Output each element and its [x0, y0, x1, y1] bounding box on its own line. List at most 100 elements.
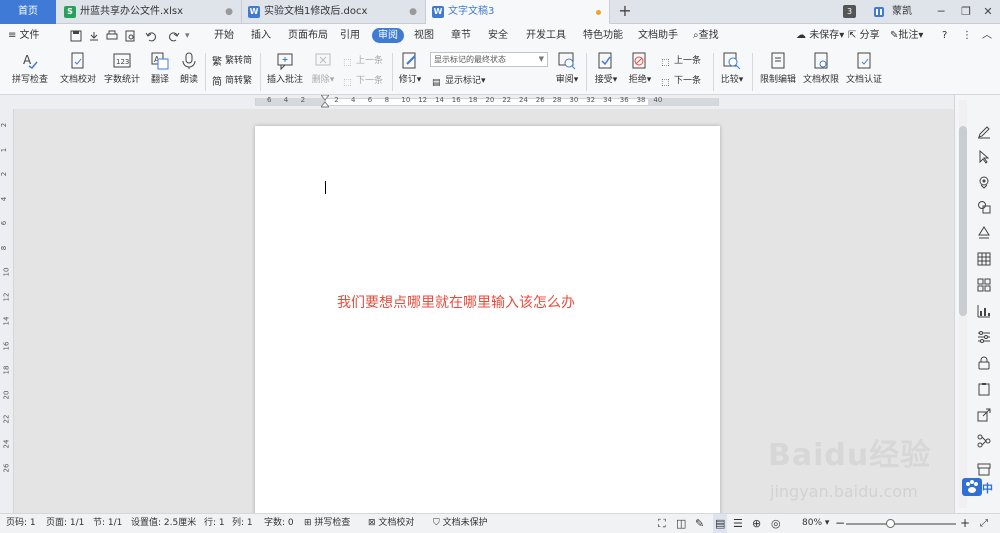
markup-mode-select[interactable]: 显示标记的最终状态 ▼ [430, 52, 548, 67]
close-button[interactable]: ✕ [977, 0, 999, 24]
accept-button[interactable]: 接受▾ [592, 48, 620, 85]
menu-layout[interactable]: 页面布局 [288, 24, 328, 48]
window-count-badge[interactable]: 3 [843, 5, 856, 18]
next-comment-button[interactable]: ⬚ 下一条 [343, 74, 383, 88]
doc-certify-button[interactable]: 文档认证 [845, 48, 883, 85]
user-name[interactable]: 蒙凯 [892, 0, 912, 24]
status-page-number[interactable]: 页码: 1 [6, 514, 36, 533]
paw-icon[interactable] [962, 478, 982, 496]
eye-protect-icon[interactable]: ◎ [771, 514, 781, 533]
cursor-icon[interactable] [977, 150, 991, 164]
horizontal-ruler[interactable]: 6 4 2 2 4 6 8 10 12 14 16 18 20 22 24 26 28 30 32 34 36 38 40 [0, 95, 1000, 109]
lock-icon[interactable] [977, 356, 991, 370]
zoom-out-button[interactable]: − [835, 514, 845, 533]
status-doc-protect[interactable]: ⛉ 文档未保护 [433, 514, 488, 533]
doc-permission-button[interactable]: 文档权限 [802, 48, 840, 85]
print-icon[interactable] [106, 30, 118, 42]
share-button[interactable]: ⇱ 分享 [848, 24, 880, 48]
review-button[interactable]: 审阅▾ [553, 48, 581, 85]
word-count-button[interactable]: 123 字数统计 [102, 48, 142, 85]
outline-view-icon[interactable]: ☰ [733, 514, 743, 533]
indent-marker-icon[interactable] [321, 95, 329, 109]
collapse-ribbon-icon[interactable]: ︿ [982, 24, 992, 48]
menu-insert[interactable]: 插入 [251, 24, 271, 48]
expand-icon[interactable]: ⤢ [980, 514, 988, 533]
more-options-icon[interactable]: ⋮ [962, 24, 972, 48]
document-text[interactable]: 我们要想点哪里就在哪里输入该怎么办 [337, 292, 575, 312]
status-row[interactable]: 行: 1 [204, 514, 225, 533]
fullscreen-icon[interactable]: ⛶ [658, 514, 666, 533]
shapes-icon[interactable] [977, 200, 991, 214]
preview-icon[interactable] [124, 30, 136, 42]
status-position[interactable]: 设置值: 2.5厘米 [131, 514, 196, 533]
help-button[interactable]: ? [942, 24, 947, 48]
status-word-count[interactable]: 字数: 0 [264, 514, 294, 533]
menu-chapter[interactable]: 章节 [451, 24, 471, 48]
tab-docx[interactable]: W 实验文档1修改后.docx ● [242, 0, 426, 24]
restrict-edit-button[interactable]: 限制编辑 [758, 48, 798, 85]
prev-comment-button[interactable]: ⬚ 上一条 [343, 54, 383, 68]
spell-check-button[interactable]: A 拼写检查 [8, 48, 52, 85]
compare-button[interactable]: 比较▾ [718, 48, 746, 85]
doc-proof-button[interactable]: 文档校对 [58, 48, 98, 85]
status-column[interactable]: 列: 1 [232, 514, 253, 533]
zoom-in-button[interactable]: + [960, 514, 970, 533]
menu-assistant[interactable]: 文档助手 [638, 24, 678, 48]
to-traditional-button[interactable]: 繁繁转简 [212, 54, 252, 68]
save-icon[interactable] [70, 30, 82, 42]
vertical-scrollbar[interactable] [959, 100, 967, 508]
web-view-icon[interactable]: ⊕ [752, 514, 761, 533]
share-out-icon[interactable] [977, 408, 991, 422]
tab-home[interactable]: 首页 [0, 0, 56, 24]
table-icon[interactable] [977, 252, 991, 266]
document-page[interactable]: 我们要想点哪里就在哪里输入该怎么办 [255, 126, 720, 513]
delete-comment-button[interactable]: 删除▾ [308, 48, 338, 85]
translate-button[interactable]: A 翻译 [146, 48, 174, 85]
vertical-ruler[interactable]: 2 1 2 4 6 8 10 12 14 16 18 20 22 24 26 [0, 109, 14, 513]
tab-active-document[interactable]: W 文字文稿3 [426, 0, 610, 24]
file-menu[interactable]: ≡ 文件 [8, 24, 40, 48]
zoom-slider-track[interactable] [846, 523, 956, 525]
brush-icon[interactable] [977, 226, 991, 240]
show-markup-button[interactable]: ▤ 显示标记▾ [432, 74, 486, 88]
menu-reference[interactable]: 引用 [340, 24, 360, 48]
menu-developer[interactable]: 开发工具 [526, 24, 566, 48]
network-icon[interactable] [977, 434, 991, 448]
redo-icon[interactable] [168, 30, 180, 42]
menu-start[interactable]: 开始 [214, 24, 234, 48]
scrollbar-thumb[interactable] [959, 126, 967, 316]
undo-icon[interactable] [145, 30, 157, 42]
user-icon[interactable] [873, 6, 885, 18]
reject-button[interactable]: 拒绝▾ [626, 48, 654, 85]
export-icon[interactable] [88, 30, 100, 42]
chart-icon[interactable] [977, 304, 991, 318]
status-page-count[interactable]: 页面: 1/1 [46, 514, 84, 533]
clipboard-icon[interactable] [977, 382, 991, 396]
prev-change-button[interactable]: ⬚ 上一条 [661, 54, 701, 68]
tab-spreadsheet[interactable]: S 卅蓝共享办公文件.xlsx ● [58, 0, 242, 24]
pen-icon[interactable] [977, 125, 991, 139]
menu-view[interactable]: 视图 [414, 24, 434, 48]
page-view-icon[interactable]: ▤ [713, 514, 728, 533]
settings-sliders-icon[interactable] [977, 330, 991, 344]
zoom-slider-handle[interactable] [886, 519, 895, 528]
more-icon[interactable]: ▾ [185, 24, 190, 48]
write-mode-icon[interactable]: ✎ [695, 514, 704, 533]
status-doc-proof[interactable]: ⊠ 文档校对 [368, 514, 414, 533]
read-aloud-button[interactable]: 朗读 [178, 48, 200, 85]
status-section[interactable]: 节: 1/1 [93, 514, 122, 533]
to-simplified-button[interactable]: 简简转繁 [212, 74, 252, 88]
restore-button[interactable]: ❐ [955, 0, 977, 24]
location-icon[interactable] [977, 175, 991, 189]
grid-icon[interactable] [977, 278, 991, 292]
archive-icon[interactable] [977, 462, 991, 476]
menu-review[interactable]: 审阅 [372, 28, 404, 43]
status-spell-check[interactable]: ⊞ 拼写检查 [304, 514, 350, 533]
menu-security[interactable]: 安全 [488, 24, 508, 48]
insert-comment-button[interactable]: 插入批注 [266, 48, 304, 85]
menu-features[interactable]: 特色功能 [583, 24, 623, 48]
comment-button[interactable]: ✎批注▾ [890, 24, 923, 48]
search-menu[interactable]: ⌕查找 [693, 24, 719, 48]
new-tab-button[interactable]: + [615, 0, 635, 24]
save-status[interactable]: ☁ 未保存▾ [796, 24, 844, 48]
